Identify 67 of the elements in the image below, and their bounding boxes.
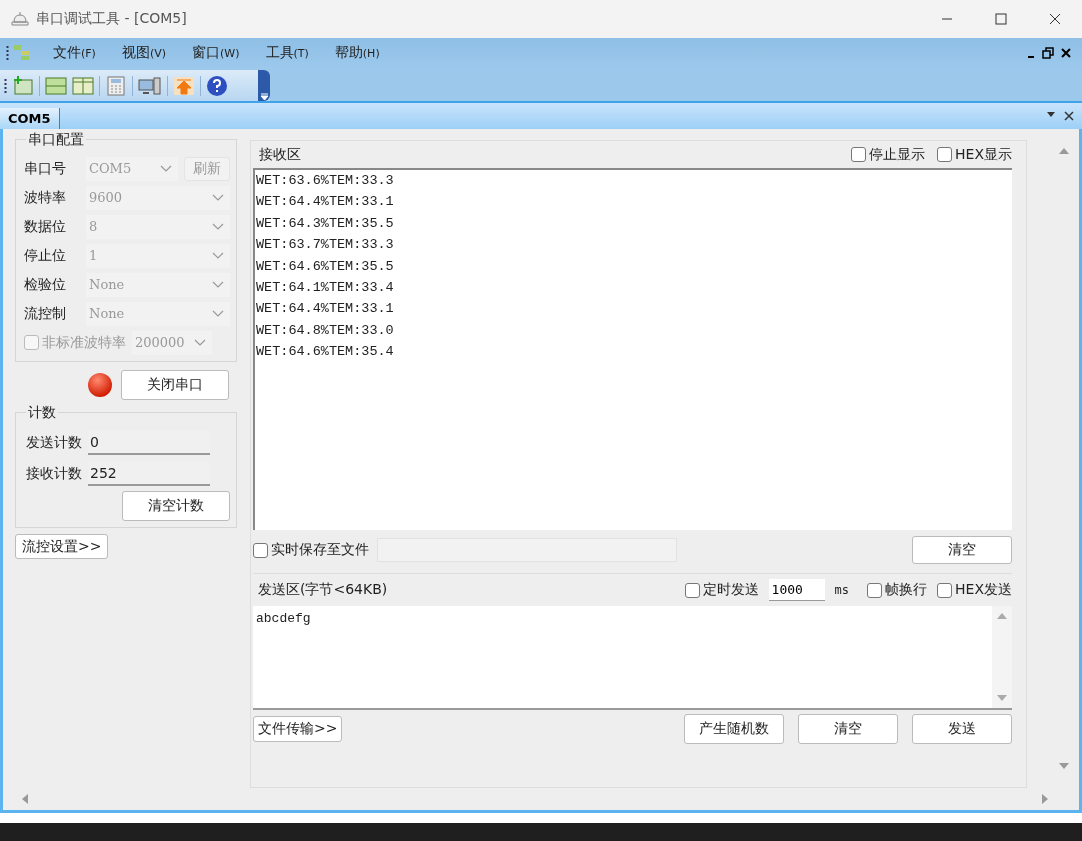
received-line: WET:64.8%TEM:33.0: [256, 322, 395, 340]
checkbox[interactable]: 实时保存至文件: [253, 541, 369, 559]
menu-item[interactable]: 工具(T): [261, 42, 313, 64]
grip-icon: [4, 77, 7, 94]
grip-icon: [6, 45, 9, 61]
scrollbar[interactable]: [992, 606, 1012, 710]
received-line: WET:64.4%TEM:33.1: [256, 301, 395, 319]
close-icon[interactable]: [1060, 47, 1072, 59]
interval-field[interactable]: 1000: [768, 579, 825, 601]
close-port-button[interactable]: 关闭串口: [121, 370, 229, 400]
calculator-icon[interactable]: [105, 75, 127, 96]
window-title: 串口调试工具 - [COM5]: [36, 10, 187, 28]
action-button[interactable]: 产生随机数: [684, 714, 784, 744]
field-label: 波特率: [24, 188, 67, 207]
menu-item[interactable]: 文件(F): [49, 42, 100, 64]
field-label: 发送计数: [26, 433, 82, 452]
checkbox[interactable]: 定时发送: [684, 581, 759, 599]
action-button[interactable]: 文件传输>>: [253, 716, 343, 742]
computer-icon[interactable]: [138, 75, 162, 96]
receive-area[interactable]: WET:63.6%TEM:33.3 WET:64.4%TEM:33.1 WET:64.3%TEM:35.5 WET:63.7%TEM:33.3 WET:64.6%TEM:35.5 WET:64.1%TEM:33.4 WET:64.4%TEM:33.1 WET:64.8%TEM:33.0 WET:64.6%TEM:35.4: [253, 168, 1012, 530]
flow-settings-button[interactable]: 流控设置>>: [15, 534, 109, 559]
bell-icon: [10, 10, 30, 28]
checkbox[interactable]: 帧换行: [867, 581, 928, 599]
new-window-icon[interactable]: [12, 75, 34, 96]
field-label: 流控制: [24, 304, 67, 323]
section-title: 接收区: [259, 145, 301, 164]
field-label: 检验位: [24, 275, 67, 294]
scroll-up-icon[interactable]: [997, 612, 1007, 619]
received-line: WET:64.1%TEM:33.4: [256, 279, 395, 297]
checkbox[interactable]: HEX显示: [937, 145, 1012, 164]
group-title: 串口配置: [26, 131, 86, 149]
received-line: WET:64.4%TEM:33.1: [256, 194, 395, 212]
send-text-field[interactable]: abcdefg: [253, 606, 992, 710]
help-icon[interactable]: [206, 74, 228, 97]
received-line: WET:64.6%TEM:35.4: [256, 344, 395, 362]
scroll-right-icon[interactable]: [1042, 794, 1049, 804]
dropdown-arrow-icon[interactable]: [1046, 111, 1056, 119]
action-button[interactable]: 清空: [798, 714, 898, 744]
section-title: 发送区(字节<64KB): [258, 581, 388, 599]
vertical-split-icon[interactable]: [72, 75, 94, 96]
close-icon[interactable]: [1064, 111, 1074, 121]
checkbox[interactable]: HEX发送: [937, 581, 1012, 599]
field-label: 串口号: [24, 159, 67, 178]
checkbox[interactable]: 停止显示: [851, 145, 926, 164]
field-label: 数据位: [24, 217, 67, 236]
scroll-left-icon[interactable]: [21, 794, 28, 804]
scroll-down-icon[interactable]: [1059, 763, 1069, 770]
field-label: 停止位: [24, 246, 67, 265]
received-line: WET:63.6%TEM:33.3: [256, 173, 395, 190]
group-title: 计数: [26, 404, 58, 422]
received-line: WET:64.3%TEM:35.5: [256, 215, 395, 233]
restore-icon[interactable]: [1042, 47, 1054, 59]
scroll-up-icon[interactable]: [1059, 147, 1069, 154]
clear-button[interactable]: 清空: [912, 536, 1012, 564]
menu-item[interactable]: 帮助(H): [330, 42, 384, 64]
upload-icon[interactable]: [173, 75, 195, 96]
menu-item[interactable]: 视图(V): [117, 42, 171, 64]
tab[interactable]: COM5: [0, 108, 60, 129]
scroll-down-icon[interactable]: [997, 695, 1007, 702]
horizontal-split-icon[interactable]: [45, 75, 67, 96]
menu-item[interactable]: 窗口(W): [188, 42, 244, 64]
action-button[interactable]: 发送: [912, 714, 1012, 744]
received-line: WET:64.6%TEM:35.5: [256, 258, 395, 276]
field-label: 接收计数: [26, 464, 82, 483]
received-line: WET:63.7%TEM:33.3: [256, 237, 395, 255]
clear-count-button[interactable]: 清空计数: [122, 491, 230, 521]
unit-label: ms: [834, 583, 850, 597]
